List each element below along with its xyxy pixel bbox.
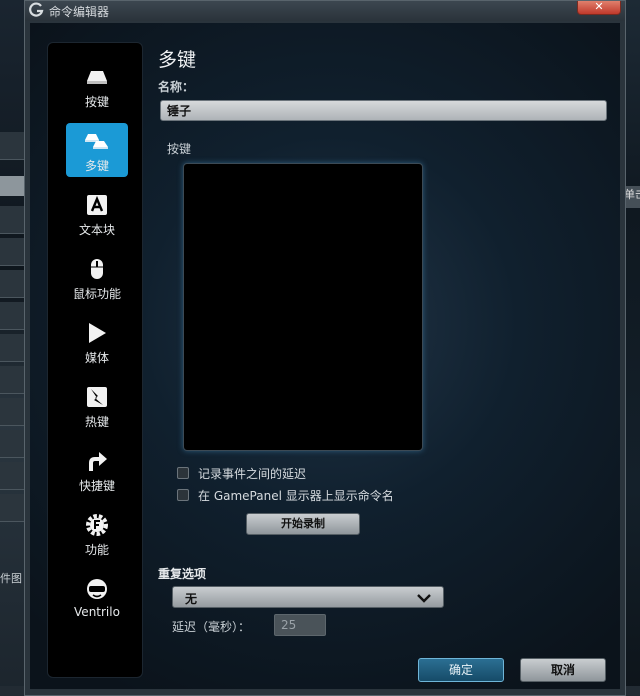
repeat-options-label: 重复选项: [158, 567, 207, 581]
sidebar-item-label: 媒体: [84, 351, 109, 365]
delay-label: 延迟（毫秒）：: [172, 620, 251, 634]
background-button: 单击: [624, 186, 640, 208]
mouse-icon: [91, 259, 103, 279]
show-name-checkbox[interactable]: [177, 489, 189, 501]
background-row: [0, 462, 26, 490]
page-title: 多键: [158, 49, 197, 71]
keycap-icon: [87, 71, 107, 84]
logitech-g-icon: [29, 2, 44, 17]
sidebar-item-multi-key[interactable]: 多键: [66, 123, 128, 177]
window-title: 命令编辑器: [49, 5, 110, 19]
title-bar[interactable]: 命令编辑器 ✕: [25, 1, 625, 21]
command-type-sidebar: 按键 多键 文本块 鼠标功能 媒体 热键 快捷键 功能 Ventrilo: [47, 42, 143, 678]
sidebar-item-ventrilo[interactable]: Ventrilo: [66, 571, 128, 625]
record-delays-label: 记录事件之间的延迟: [198, 466, 307, 481]
dialog-content: 按键 多键 文本块 鼠标功能 媒体 热键 快捷键 功能 Ventrilo 多键 …: [30, 23, 620, 689]
record-delays-option[interactable]: 记录事件之间的延迟: [177, 465, 306, 481]
show-name-option[interactable]: 在 GamePanel 显示器上显示命令名: [177, 487, 394, 503]
sidebar-item-label: Ventrilo: [74, 605, 120, 619]
start-recording-button[interactable]: 开始录制: [246, 513, 360, 535]
sidebar-item-label: 按键: [84, 95, 109, 109]
background-row: [0, 302, 26, 330]
name-input[interactable]: [160, 100, 607, 121]
sidebar-item-label: 鼠标功能: [72, 287, 121, 301]
sidebar-item-shortcut[interactable]: 快捷键: [66, 443, 128, 497]
sidebar-item-label: 多键: [84, 159, 109, 173]
repeat-selected-value: 无: [185, 592, 198, 606]
sidebar-item-text-block[interactable]: 文本块: [66, 187, 128, 241]
play-icon: [89, 323, 106, 343]
sidebar-item-label: 快捷键: [78, 479, 115, 493]
background-app-left: 件图: [0, 0, 26, 696]
ok-button[interactable]: 确定: [418, 658, 504, 682]
sidebar-item-label: 热键: [84, 415, 109, 429]
multi-key-icon: [85, 134, 108, 149]
background-row: [0, 398, 26, 426]
hotkey-icon: [87, 387, 107, 407]
delay-input[interactable]: [274, 614, 326, 636]
background-app-right: 单击: [624, 0, 640, 696]
shortcut-arrow-icon: [89, 452, 107, 471]
sidebar-item-label: 文本块: [78, 223, 115, 237]
background-row: [0, 206, 26, 234]
background-header: [0, 176, 26, 196]
name-label: 名称：: [158, 80, 195, 94]
show-name-label: 在 GamePanel 显示器上显示命令名: [198, 488, 394, 503]
close-button[interactable]: ✕: [577, 1, 621, 15]
sidebar-item-label: 功能: [84, 543, 109, 557]
function-gear-icon: [86, 514, 108, 536]
repeat-options-select[interactable]: 无: [172, 586, 444, 608]
sidebar-item-media[interactable]: 媒体: [66, 315, 128, 369]
background-row: [0, 334, 26, 362]
sidebar-item-keystroke[interactable]: 按键: [66, 59, 128, 113]
background-label: 件图: [0, 572, 22, 585]
background-row: [0, 238, 26, 266]
record-delays-checkbox[interactable]: [177, 467, 189, 479]
sidebar-item-function[interactable]: 功能: [66, 507, 128, 561]
cancel-button[interactable]: 取消: [520, 658, 606, 682]
background-row: [0, 270, 26, 298]
background-row: [0, 132, 26, 160]
headset-icon: [87, 579, 107, 599]
command-editor-dialog: 命令编辑器 ✕ 按键 多键 文本块 鼠标功能 媒体 热键 快捷键 功能 Vent…: [24, 0, 626, 696]
background-row: [0, 366, 26, 394]
keys-label: 按键: [167, 142, 192, 156]
background-row: [0, 494, 26, 522]
background-row: [0, 430, 26, 458]
keys-list-box[interactable]: [183, 163, 423, 451]
sidebar-item-mouse-function[interactable]: 鼠标功能: [66, 251, 128, 305]
sidebar-item-hotkey[interactable]: 热键: [66, 379, 128, 433]
text-block-icon: [87, 195, 107, 215]
chevron-down-icon: [417, 594, 431, 603]
